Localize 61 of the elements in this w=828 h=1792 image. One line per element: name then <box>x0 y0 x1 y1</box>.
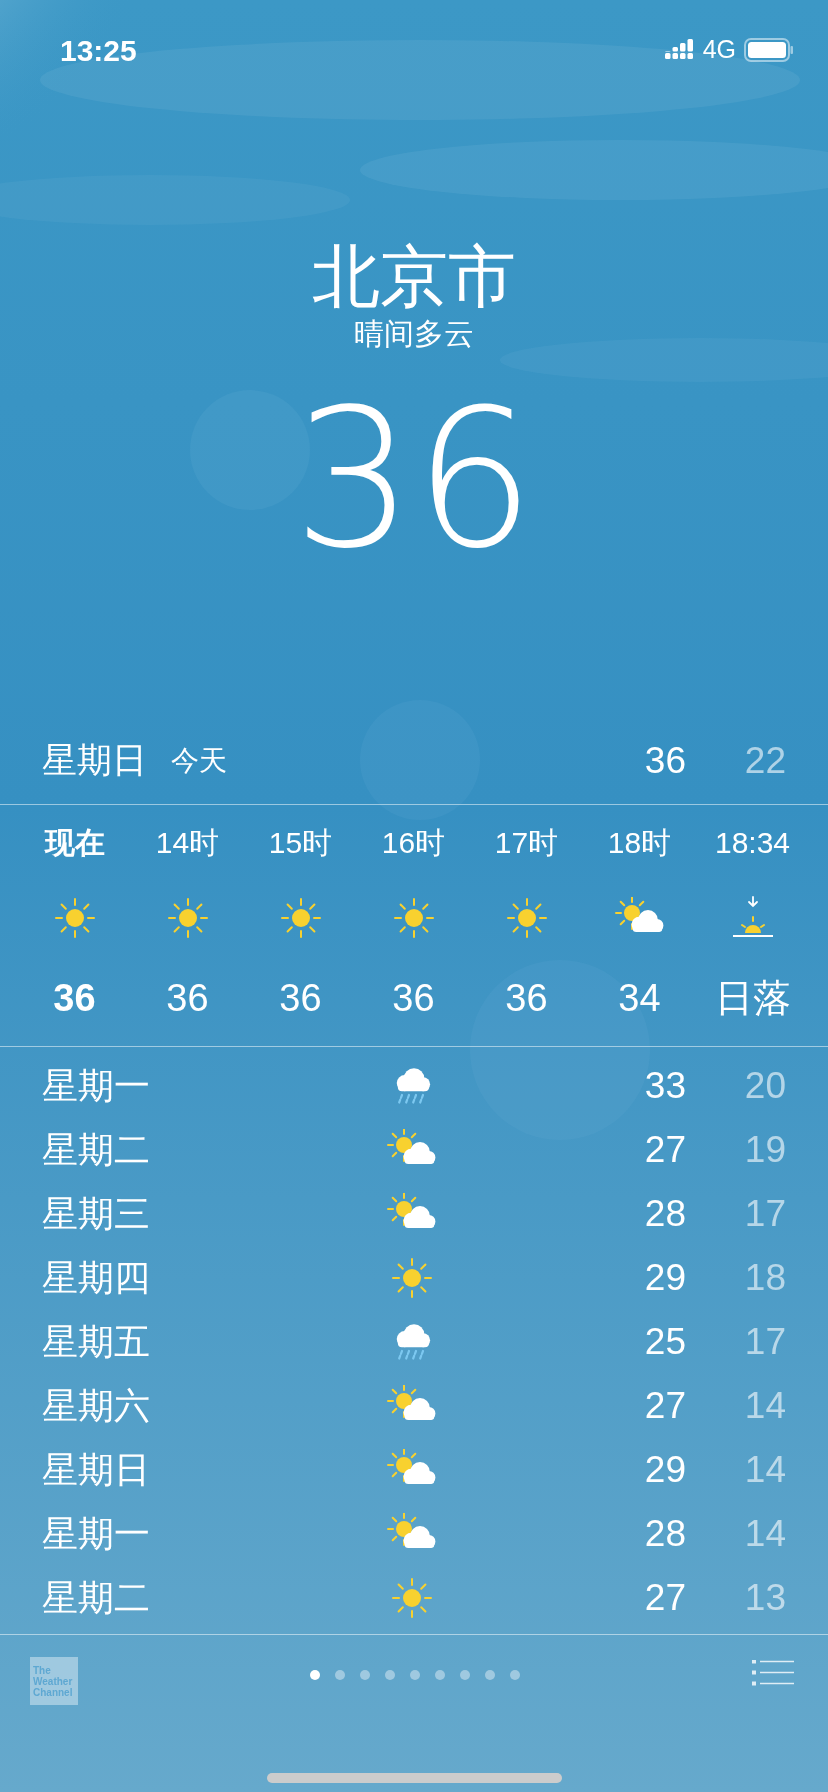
high-temperature: 28 <box>643 1512 686 1557</box>
high-temperature: 33 <box>643 1064 686 1109</box>
sun-icon <box>391 1257 433 1299</box>
sun-icon <box>279 897 322 939</box>
high-temperature: 27 <box>643 1384 686 1429</box>
high-temperature: 29 <box>643 1256 686 1301</box>
hour-temperature: 36 <box>166 975 209 1021</box>
hour-label: 18时 <box>607 824 672 861</box>
high-temperature: 25 <box>643 1320 686 1365</box>
hour-temperature: 36 <box>279 975 322 1021</box>
sun-icon <box>53 897 96 939</box>
low-temperature: 20 <box>743 1064 786 1109</box>
low-temperature: 13 <box>743 1576 786 1621</box>
low-temperature: 14 <box>743 1512 786 1557</box>
list-icon[interactable] <box>752 1660 794 1686</box>
hour-label: 18:34 <box>714 824 791 861</box>
hour-temperature: 36 <box>505 975 548 1021</box>
battery-icon <box>744 38 794 62</box>
condition-text: 晴间多云 <box>354 316 474 352</box>
hour-label: 现在 <box>44 824 105 861</box>
today-label: 今天 <box>171 743 227 778</box>
hour-temperature: 36 <box>392 975 435 1021</box>
hour-temperature: 36 <box>53 975 96 1021</box>
low-temperature: 19 <box>743 1128 786 1173</box>
hour-label: 15时 <box>268 824 333 861</box>
sun-icon <box>505 897 548 939</box>
low-temperature: 17 <box>743 1192 786 1237</box>
day-label: 星期二 <box>42 1576 151 1620</box>
day-label: 星期四 <box>42 1256 151 1300</box>
day-label: 星期二 <box>42 1128 151 1172</box>
day-label: 星期一 <box>42 1512 151 1556</box>
low-temperature: 18 <box>743 1256 786 1301</box>
high-temperature: 28 <box>643 1192 686 1237</box>
day-label: 星期日 <box>42 1448 151 1492</box>
hour-label: 16时 <box>381 824 446 861</box>
city-name: 北京市 <box>312 238 516 314</box>
current-temperature: 36 <box>293 380 535 580</box>
network-label: 4G <box>702 34 736 66</box>
low-temperature: 22 <box>743 738 786 783</box>
signal-icon <box>664 39 695 61</box>
hour-label: 14时 <box>155 824 220 861</box>
day-label: 星期日 <box>42 739 147 782</box>
high-temperature: 27 <box>643 1576 686 1621</box>
high-temperature: 36 <box>643 738 686 783</box>
high-temperature: 27 <box>643 1128 686 1173</box>
sun-icon <box>392 897 435 939</box>
hour-temperature: 34 <box>618 975 661 1021</box>
low-temperature: 17 <box>743 1320 786 1365</box>
low-temperature: 14 <box>743 1448 786 1493</box>
day-label: 星期三 <box>42 1192 151 1236</box>
day-label: 星期一 <box>42 1064 151 1108</box>
status-time: 13:25 <box>60 32 137 69</box>
logo: The Weather Channel <box>30 1657 78 1705</box>
sun-icon <box>166 897 209 939</box>
day-label: 星期五 <box>42 1320 151 1364</box>
day-label: 星期六 <box>42 1384 151 1428</box>
hour-label: 17时 <box>494 824 559 861</box>
low-temperature: 14 <box>743 1384 786 1429</box>
high-temperature: 29 <box>643 1448 686 1493</box>
hour-temperature: 日落 <box>714 975 791 1021</box>
sun-icon <box>391 1577 433 1619</box>
